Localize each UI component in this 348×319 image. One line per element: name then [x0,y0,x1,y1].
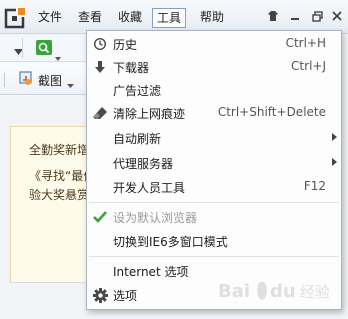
menu-view[interactable]: 查看 [74,8,106,28]
browser-logo-icon[interactable] [4,6,30,30]
search-engine-icon[interactable] [36,40,52,55]
menu-item-label: 代理服务器 [113,157,174,171]
minimize-icon[interactable] [284,6,306,26]
menu-favorites[interactable]: 收藏 [114,8,146,28]
menu-item-shortcut: Ctrl+H [285,36,326,50]
menu-item-proxy-server[interactable]: 代理服务器 [88,152,340,174]
submenu-arrow-icon [332,158,337,166]
menu-item-auto-refresh[interactable]: 自动刷新 [88,127,340,149]
menu-item-shortcut: Ctrl+Shift+Delete [217,105,326,119]
search-engine-dropdown-icon[interactable] [55,50,61,64]
toolbar-divider [22,38,23,58]
menu-item-label: 清除上网痕迹 [113,107,186,121]
menu-file[interactable]: 文件 [34,8,66,28]
address-toolbar [0,34,90,62]
menu-item-label: 广告过滤 [113,84,162,98]
menu-item-internet-options[interactable]: Internet 选项 [88,260,340,282]
menu-help[interactable]: 帮助 [196,8,228,28]
checkmark-icon [92,209,108,225]
skin-icon[interactable] [262,6,284,26]
screenshot-icon[interactable] [18,71,34,87]
menu-item-switch-ie6-mode[interactable]: 切换到IE6多窗口模式 [88,230,340,252]
menu-bar: 文件 查看 收藏 工具 帮助 [0,0,348,34]
menu-item-label: 切换到IE6多窗口模式 [113,235,228,249]
tools-dropdown-menu: 历史 Ctrl+H 下载器 Ctrl+J 广告过滤 清除上网痕迹 Ctrl+Sh… [86,30,342,310]
menu-tools[interactable]: 工具 [152,8,187,28]
menu-item-history[interactable]: 历史 Ctrl+H [88,33,340,55]
close-icon[interactable] [326,6,348,26]
menu-item-options[interactable]: 选项 [88,284,340,306]
download-arrow-icon [92,59,108,75]
menu-item-label: 选项 [113,289,138,303]
menu-separator [89,256,339,257]
notice-line-1[interactable]: 全勤奖新增 [29,141,89,158]
menu-item-clear-history[interactable]: 清除上网痕迹 Ctrl+Shift+Delete [88,102,340,124]
restore-icon[interactable] [306,6,328,26]
clock-icon [92,36,108,52]
menu-item-shortcut: Ctrl+J [291,59,326,73]
toolbar-grip [4,73,5,87]
screenshot-label[interactable]: 截图 [38,72,62,89]
gear-icon [92,287,108,303]
page-footer-area [10,282,90,319]
menu-separator [89,202,339,203]
menu-item-set-default-browser: 设为默认浏览器 [88,206,340,228]
menu-item-label: 历史 [113,38,138,52]
eraser-icon [92,105,108,121]
menu-item-label: 下载器 [113,61,150,75]
function-toolbar: 截图 [0,63,90,95]
submenu-arrow-icon [332,133,337,141]
menu-item-label: 开发人员工具 [113,181,186,195]
menu-item-shortcut: F12 [303,179,326,193]
menu-item-label: 自动刷新 [113,132,162,146]
screenshot-dropdown-icon[interactable] [67,77,74,91]
menu-item-downloader[interactable]: 下载器 Ctrl+J [88,56,340,78]
menu-item-label: Internet 选项 [113,265,189,279]
menu-item-ad-filter[interactable]: 广告过滤 [88,79,340,101]
notice-line-3[interactable]: 验大奖悬赏 [29,186,89,203]
menu-item-developer-tools[interactable]: 开发人员工具 F12 [88,176,340,198]
menu-item-label: 设为默认浏览器 [113,211,198,225]
